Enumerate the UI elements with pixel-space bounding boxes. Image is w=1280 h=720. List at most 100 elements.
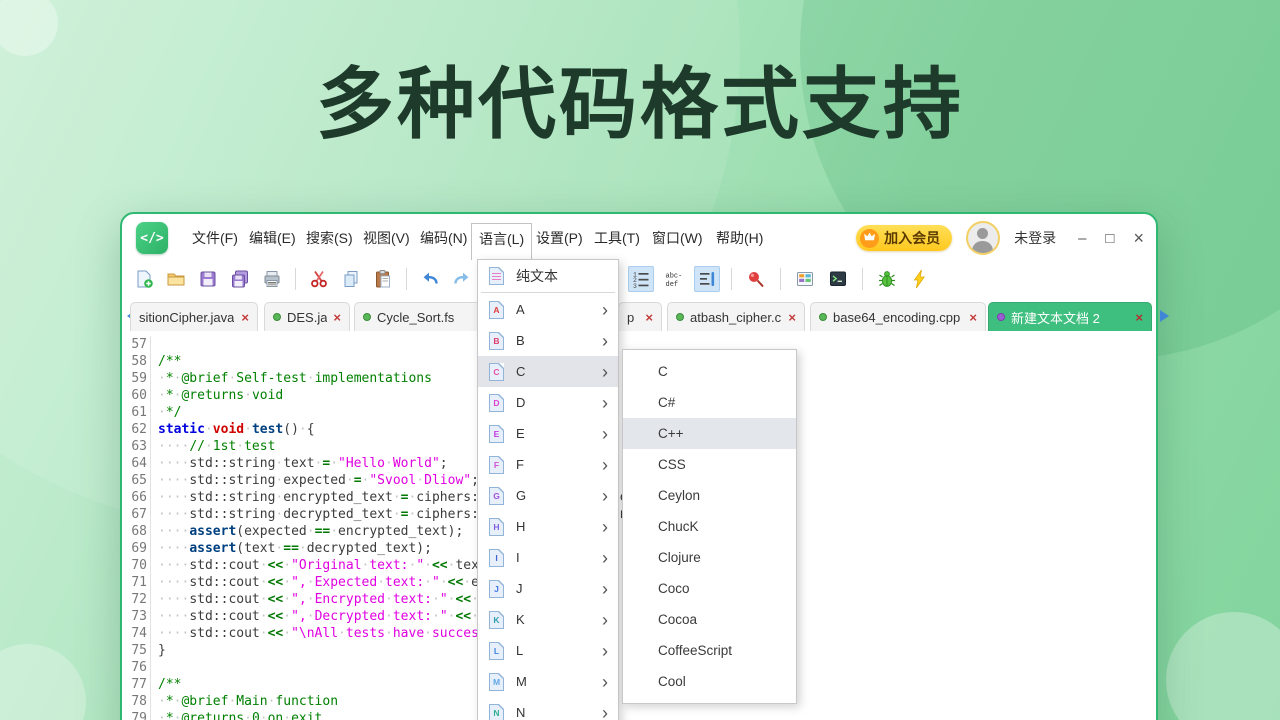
tab[interactable]: base64_encoding.cpp × [810, 302, 986, 331]
join-member-label: 加入会员 [884, 228, 940, 248]
menubar-item[interactable]: 编码(N) [413, 223, 474, 253]
submenu-item[interactable]: Clojure [623, 542, 796, 573]
run-lightning-icon[interactable] [907, 266, 933, 292]
menu-group-e[interactable]: EE› [478, 418, 618, 449]
menubar-item[interactable]: 设置(P) [529, 223, 590, 253]
submenu-item[interactable]: CoffeeScript [623, 635, 796, 666]
indent-guide-icon[interactable] [694, 266, 720, 292]
menu-item-plain-text[interactable]: 纯文本 [478, 260, 618, 291]
submenu-item[interactable]: C++ [623, 418, 796, 449]
new-file-icon[interactable] [131, 266, 157, 292]
menu-group-c[interactable]: CC› [478, 356, 618, 387]
tab-label: DES.java [287, 310, 327, 325]
line-number: 75 [122, 642, 151, 659]
submenu-item[interactable]: Coco [623, 573, 796, 604]
save-icon[interactable] [195, 266, 221, 292]
menu-group-label: J [516, 581, 523, 596]
menubar-item[interactable]: 窗口(W) [645, 223, 710, 253]
toolbar-separator [780, 268, 781, 290]
word-wrap-icon[interactable]: abc-def [661, 266, 687, 292]
cut-icon[interactable] [306, 266, 332, 292]
login-status[interactable]: 未登录 [1014, 228, 1056, 248]
menu-group-f[interactable]: FF› [478, 449, 618, 480]
toolbar-separator [295, 268, 296, 290]
menu-group-b[interactable]: BB› [478, 325, 618, 356]
menubar-item[interactable]: 帮助(H) [709, 223, 770, 253]
open-file-icon[interactable] [163, 266, 189, 292]
menu-group-label: N [516, 705, 525, 720]
menu-group-n[interactable]: NN› [478, 697, 618, 720]
submenu-item[interactable]: Cocoa [623, 604, 796, 635]
tab-status-dot [997, 313, 1005, 321]
debug-bug-icon[interactable] [874, 266, 900, 292]
minimize-button[interactable]: – [1078, 231, 1086, 246]
tab-label: base64_encoding.cpp [833, 310, 960, 325]
line-number: 59 [122, 370, 151, 387]
menu-group-m[interactable]: MM› [478, 666, 618, 697]
redo-icon[interactable] [449, 266, 475, 292]
letter-file-icon: M [489, 673, 504, 691]
letter-file-icon: D [489, 394, 504, 412]
tab-close-icon[interactable]: × [241, 310, 249, 325]
menu-group-a[interactable]: AA› [478, 294, 618, 325]
menu-group-label: A [516, 302, 525, 317]
line-numbers-icon[interactable]: 123 [628, 266, 654, 292]
panel-layout-icon[interactable] [792, 266, 818, 292]
letter-file-icon: B [489, 332, 504, 350]
tab-close-icon[interactable]: × [788, 310, 796, 325]
app-logo-icon: </> [136, 222, 168, 254]
maximize-button[interactable]: □ [1105, 231, 1114, 246]
chevron-right-icon: › [602, 332, 608, 350]
tab[interactable]: sitionCipher.java × [130, 302, 258, 331]
menu-group-d[interactable]: DD› [478, 387, 618, 418]
terminal-icon[interactable] [825, 266, 851, 292]
submenu-item[interactable]: CSS [623, 449, 796, 480]
submenu-item[interactable]: ChucK [623, 511, 796, 542]
tab-close-icon[interactable]: × [969, 310, 977, 325]
close-button[interactable]: × [1133, 231, 1144, 246]
menu-group-label: G [516, 488, 526, 503]
tab-close-icon[interactable]: × [645, 310, 653, 325]
tab[interactable]: p× [618, 302, 662, 331]
tab-label: 新建文本文档 2 [1011, 308, 1100, 327]
print-icon[interactable] [259, 266, 285, 292]
menubar-item[interactable]: 语言(L) [471, 223, 532, 260]
menu-group-j[interactable]: JJ› [478, 573, 618, 604]
tab-close-icon[interactable]: × [333, 310, 341, 325]
tab-label: sitionCipher.java [139, 310, 234, 325]
join-member-button[interactable]: 加入会员 [856, 225, 952, 251]
menu-group-g[interactable]: GG› [478, 480, 618, 511]
tab-scroll-right-icon[interactable] [1160, 310, 1169, 322]
menubar-item[interactable]: 搜索(S) [299, 223, 360, 253]
save-all-icon[interactable] [227, 266, 253, 292]
tab[interactable]: atbash_cipher.cpp× [667, 302, 805, 331]
pushpin-icon[interactable] [743, 266, 769, 292]
submenu-item[interactable]: Cool [623, 666, 796, 697]
menu-group-i[interactable]: II› [478, 542, 618, 573]
letter-file-icon: E [489, 425, 504, 443]
tab-close-icon[interactable]: × [1135, 310, 1143, 325]
menubar-item[interactable]: 工具(T) [587, 223, 647, 253]
letter-file-icon: C [489, 363, 504, 381]
tab-active[interactable]: 新建文本文档 2 × [988, 302, 1152, 331]
submenu-item[interactable]: C [623, 356, 796, 387]
window-titlebar: </> 文件(F)编辑(E)搜索(S)视图(V)编码(N)语言(L)设置(P)工… [122, 214, 1156, 262]
menu-group-l[interactable]: LL› [478, 635, 618, 666]
menu-group-k[interactable]: KK› [478, 604, 618, 635]
chevron-right-icon: › [602, 363, 608, 381]
toolbar-separator [731, 268, 732, 290]
menu-group-label: K [516, 612, 525, 627]
undo-icon[interactable] [417, 266, 443, 292]
paste-icon[interactable] [370, 266, 396, 292]
submenu-item[interactable]: Ceylon [623, 480, 796, 511]
tab-bar: sitionCipher.java×DES.java×Cycle_Sort.fs… [122, 295, 1156, 332]
menu-group-h[interactable]: HH› [478, 511, 618, 542]
avatar[interactable] [966, 221, 1000, 255]
copy-icon[interactable] [338, 266, 364, 292]
menubar-item[interactable]: 文件(F) [185, 223, 245, 253]
menubar-item[interactable]: 编辑(E) [242, 223, 303, 253]
menubar-item[interactable]: 视图(V) [356, 223, 417, 253]
tab[interactable]: DES.java × [264, 302, 350, 331]
submenu-item[interactable]: C# [623, 387, 796, 418]
menu-item-label: 纯文本 [516, 266, 558, 286]
